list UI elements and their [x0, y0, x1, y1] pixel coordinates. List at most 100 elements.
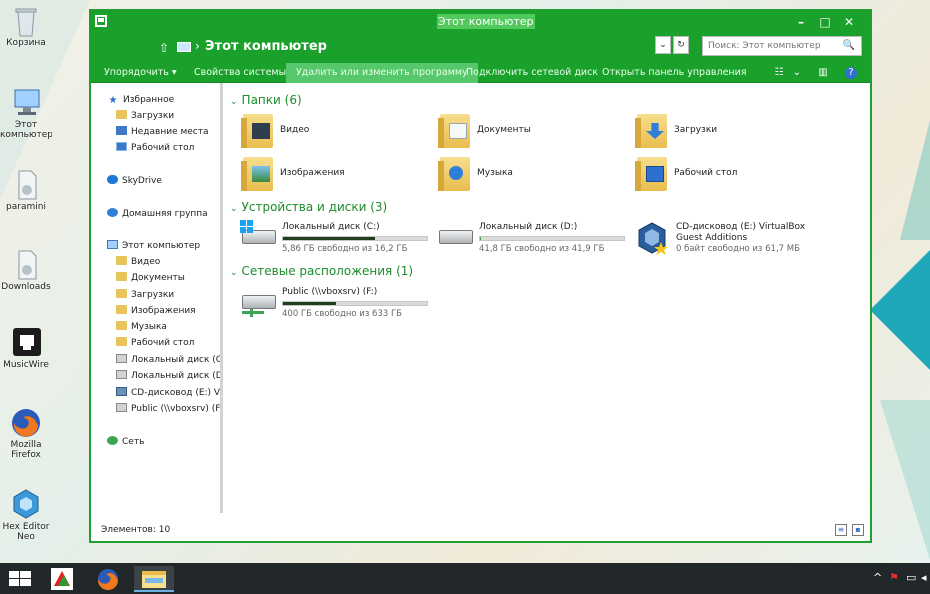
- hard-drive-icon: [116, 370, 127, 379]
- nav-label: Сеть: [122, 437, 145, 447]
- drive-usage-bar: [282, 236, 428, 241]
- nav-item-recent[interactable]: Недавние места: [116, 125, 209, 140]
- start-button[interactable]: [0, 566, 40, 592]
- address-bar: ⇧ › Этот компьютер ⌄ ↻ 🔍: [91, 33, 870, 63]
- up-arrow-icon[interactable]: ⇧: [159, 41, 169, 55]
- refresh-button[interactable]: ↻: [673, 36, 689, 54]
- group-header-network[interactable]: ⌄ Сетевые расположения (1): [230, 264, 413, 278]
- tiles-view-button[interactable]: ▪: [852, 524, 864, 536]
- nav-item-downloads-pc[interactable]: Загрузки: [116, 288, 174, 303]
- desktop-icon-firefox[interactable]: Mozilla Firefox: [0, 406, 52, 460]
- desktop-icon-downloads[interactable]: Downloads: [0, 248, 52, 292]
- folder-tile-pictures[interactable]: Изображения: [240, 156, 420, 196]
- nav-item-desktop[interactable]: Рабочий стол: [116, 141, 194, 156]
- nav-skydrive[interactable]: SkyDrive: [107, 174, 162, 189]
- nav-item-pictures[interactable]: Изображения: [116, 304, 196, 319]
- nav-label: Загрузки: [131, 290, 175, 300]
- window-app-icon[interactable]: [95, 15, 107, 27]
- app-icon: [9, 326, 43, 360]
- network-icon: [107, 436, 118, 445]
- drive-free-space: 41,8 ГБ свободно из 41,9 ГБ: [479, 244, 605, 254]
- search-icon[interactable]: 🔍: [843, 40, 855, 51]
- group-header-devices[interactable]: ⌄ Устройства и диски (3): [230, 200, 387, 214]
- drive-tile-d[interactable]: Локальный диск (D:) 41,8 ГБ свободно из …: [437, 220, 629, 260]
- computer-icon: [177, 42, 191, 52]
- cloud-icon: [107, 175, 118, 184]
- desktop-icon-label: Downloads: [1, 282, 51, 292]
- desktop-icon-label: Mozilla Firefox: [10, 440, 42, 460]
- desktop-icon-recycle-bin[interactable]: Корзина: [0, 4, 52, 48]
- maximize-button[interactable]: □: [814, 13, 836, 31]
- nav-label: Домашняя группа: [122, 209, 208, 219]
- drive-tile-c[interactable]: Локальный диск (C:) 5,86 ГБ свободно из …: [240, 220, 432, 260]
- drive-name: Локальный диск (D:): [479, 222, 578, 232]
- folder-tile-downloads[interactable]: Загрузки: [634, 113, 814, 153]
- nav-favorites[interactable]: ★ Избранное: [107, 93, 175, 108]
- navigation-pane: ★ Избранное Загрузки Недавние места Рабоч…: [91, 83, 223, 513]
- hard-drive-icon: [240, 220, 276, 256]
- explorer-window: Этот компьютер – □ ✕ ⇧ › Этот компьютер …: [89, 9, 872, 543]
- taskbar-app-1[interactable]: [42, 566, 82, 592]
- help-icon[interactable]: ?: [845, 67, 857, 79]
- drive-usage-fill: [480, 237, 482, 240]
- preview-pane-icon[interactable]: ▥: [817, 67, 829, 79]
- folder-tile-desktop[interactable]: Рабочий стол: [634, 156, 814, 196]
- group-header-folders[interactable]: ⌄ Папки (6): [230, 93, 302, 107]
- drive-free-space: 5,86 ГБ свободно из 16,2 ГБ: [282, 244, 408, 254]
- map-network-drive-button[interactable]: Подключить сетевой диск: [456, 63, 608, 83]
- nav-item-music[interactable]: Музыка: [116, 320, 167, 335]
- desktop-icon-paramini[interactable]: paramini: [0, 168, 52, 212]
- address-dropdown-button[interactable]: ⌄: [655, 36, 671, 54]
- desktop-icon-hex-editor[interactable]: Hex Editor Neo: [0, 488, 52, 542]
- open-control-panel-button[interactable]: Открыть панель управления: [592, 63, 757, 83]
- volume-icon[interactable]: ◂: [921, 571, 927, 584]
- nav-item-downloads[interactable]: Загрузки: [116, 109, 174, 124]
- nav-label: CD-дисковод (E:) VirtualBox: [131, 388, 223, 398]
- search-input[interactable]: [703, 37, 839, 55]
- command-bar: Упорядочить ▾ Свойства системы Удалить и…: [91, 63, 870, 83]
- taskbar-firefox[interactable]: [88, 566, 128, 592]
- nav-homegroup[interactable]: Домашняя группа: [107, 207, 208, 222]
- nav-item-disk-c[interactable]: Локальный диск (C:): [116, 353, 220, 368]
- folder-name: Видео: [280, 125, 310, 135]
- recycle-bin-icon: [9, 4, 43, 38]
- title-bar[interactable]: Этот компьютер – □ ✕: [91, 11, 870, 33]
- taskbar-explorer[interactable]: [134, 566, 174, 592]
- folder-tile-documents[interactable]: Документы: [437, 113, 617, 153]
- uninstall-program-button[interactable]: Удалить или изменить программу: [286, 63, 478, 83]
- minimize-button[interactable]: –: [790, 13, 812, 31]
- breadcrumb-location[interactable]: Этот компьютер: [205, 39, 327, 54]
- nav-label: Public (\\vboxsrv) (F:): [131, 404, 223, 414]
- documents-folder-icon: [437, 113, 473, 149]
- nav-item-desktop-pc[interactable]: Рабочий стол: [116, 336, 194, 351]
- system-properties-button[interactable]: Свойства системы: [184, 63, 296, 83]
- nav-label: Видео: [131, 257, 161, 267]
- hard-drive-icon: [116, 354, 127, 363]
- view-options-icon[interactable]: ☷: [773, 67, 785, 79]
- network-drive-icon: [116, 403, 127, 412]
- nav-item-video[interactable]: Видео: [116, 255, 160, 270]
- flag-icon[interactable]: ⚑: [889, 571, 899, 584]
- nav-label: Рабочий стол: [131, 143, 195, 153]
- nav-network[interactable]: Сеть: [107, 435, 144, 450]
- nav-item-cd-e[interactable]: CD-дисковод (E:) VirtualBox: [116, 386, 223, 401]
- network-drive-tile-f[interactable]: Public (\\vboxsrv) (F:) 400 ГБ свободно …: [240, 285, 432, 325]
- organize-button[interactable]: Упорядочить ▾: [94, 63, 187, 83]
- drive-tile-cd-e[interactable]: CD-дисковод (E:) VirtualBox Guest Additi…: [634, 220, 854, 268]
- desktop-icon-musicwire[interactable]: MusicWire: [0, 326, 52, 370]
- search-box[interactable]: 🔍: [702, 36, 862, 56]
- nav-item-network-f[interactable]: Public (\\vboxsrv) (F:): [116, 402, 223, 417]
- folder-icon: [116, 321, 127, 330]
- monitor-icon[interactable]: ▭: [906, 571, 916, 584]
- chevron-down-icon[interactable]: ⌄: [791, 67, 803, 79]
- nav-item-disk-d[interactable]: Локальный диск (D:): [116, 369, 220, 384]
- desktop-icon-label: MusicWire: [3, 360, 49, 370]
- close-button[interactable]: ✕: [838, 13, 860, 31]
- details-view-button[interactable]: ≡: [835, 524, 847, 536]
- folder-tile-video[interactable]: Видео: [240, 113, 420, 153]
- desktop-icon-computer[interactable]: Этот компьютер: [0, 86, 52, 140]
- nav-item-documents[interactable]: Документы: [116, 271, 185, 286]
- nav-this-pc[interactable]: Этот компьютер: [107, 239, 200, 254]
- show-hidden-icons[interactable]: ^: [873, 571, 882, 584]
- folder-tile-music[interactable]: Музыка: [437, 156, 617, 196]
